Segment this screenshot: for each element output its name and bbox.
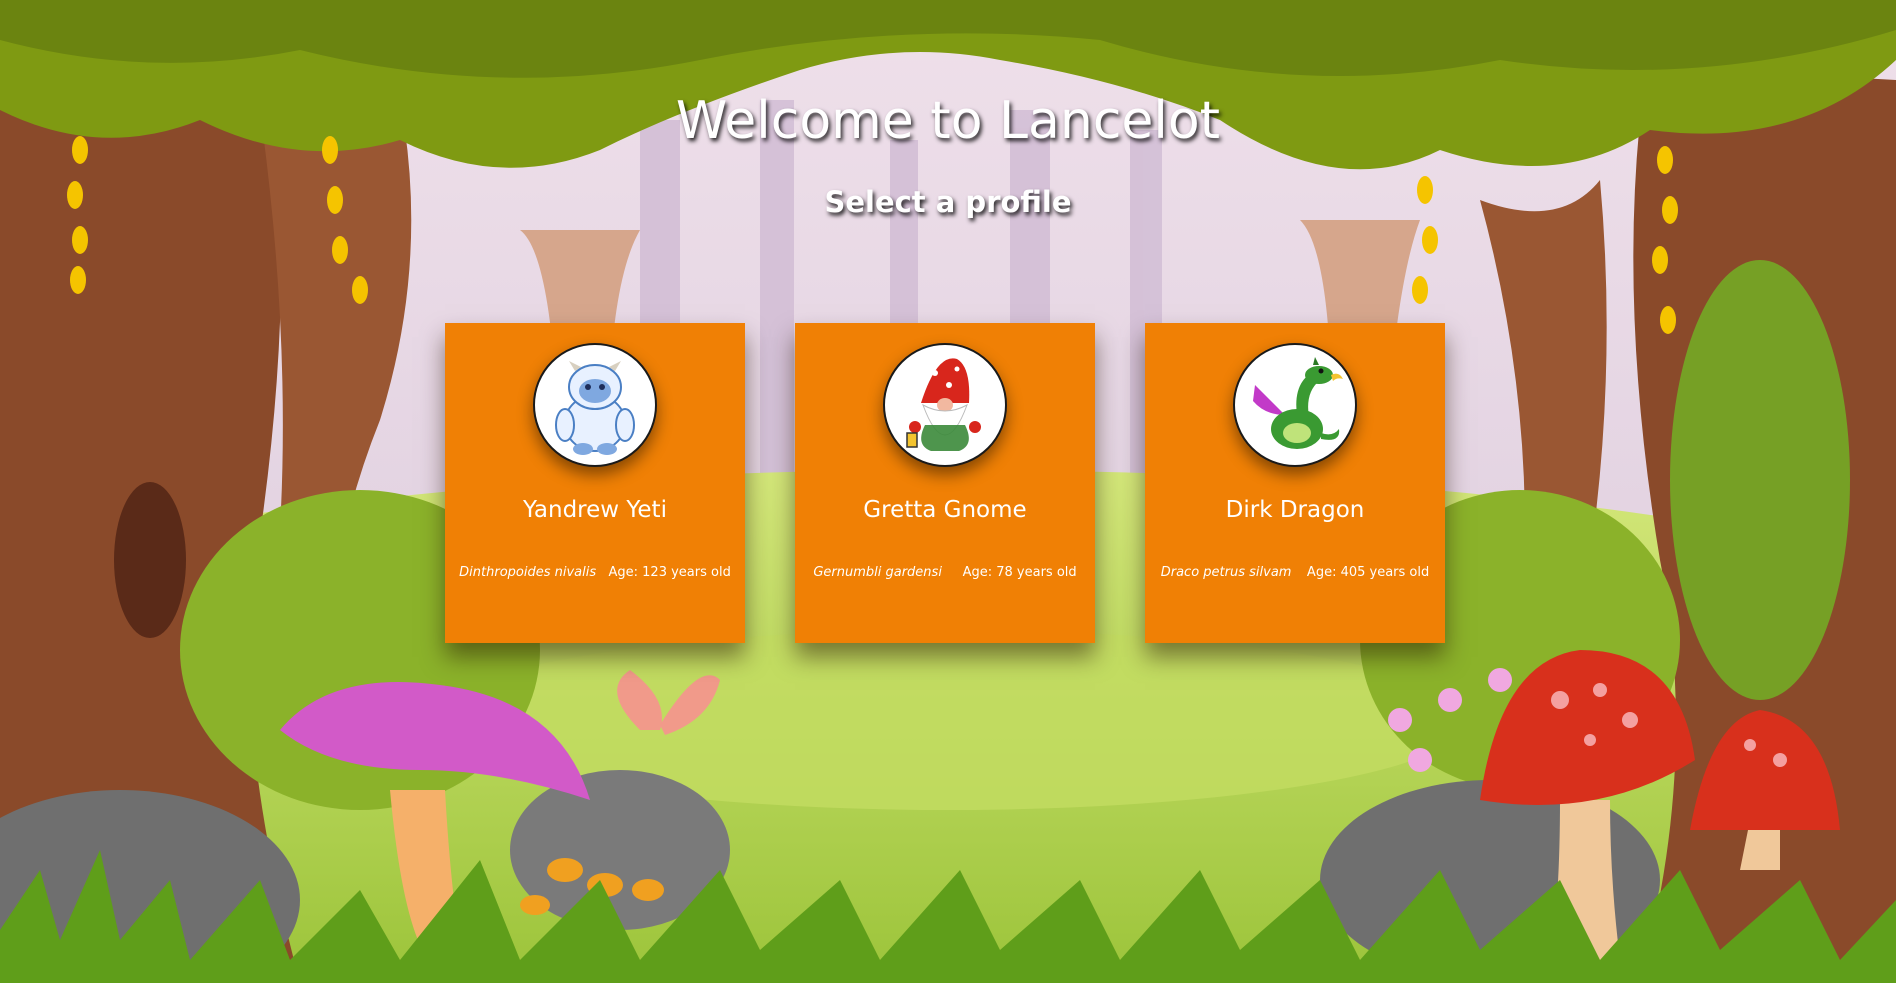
profile-card-dragon[interactable]: Dirk Dragon Draco petrus silvam Age: 405… xyxy=(1145,323,1445,643)
profile-meta: Gernumbli gardensi Age: 78 years old xyxy=(803,564,1087,582)
profile-species: Draco petrus silvam xyxy=(1160,565,1292,580)
profile-age: Age: 123 years old xyxy=(608,565,731,580)
profile-name: Dirk Dragon xyxy=(1225,497,1365,523)
profile-card-yeti[interactable]: Yandrew Yeti Dinthropoides nivalis Age: … xyxy=(445,323,745,643)
profile-species: Dinthropoides nivalis xyxy=(459,565,597,580)
profile-name: Gretta Gnome xyxy=(863,497,1027,523)
page-title: Welcome to Lancelot xyxy=(675,91,1221,151)
profile-card-list: Yandrew Yeti Dinthropoides nivalis Age: … xyxy=(445,323,1445,643)
page-subtitle: Select a profile xyxy=(824,185,1072,219)
profile-card-gnome[interactable]: Gretta Gnome Gernumbli gardensi Age: 78 … xyxy=(795,323,1095,643)
gnome-avatar-icon xyxy=(883,343,1007,467)
yeti-avatar-icon xyxy=(533,343,657,467)
profile-species: Gernumbli gardensi xyxy=(813,565,942,580)
profile-meta: Dinthropoides nivalis Age: 123 years old xyxy=(453,564,737,582)
profile-age: Age: 405 years old xyxy=(1306,565,1430,580)
profile-name: Yandrew Yeti xyxy=(523,497,667,523)
dragon-avatar-icon xyxy=(1233,343,1357,467)
profile-age: Age: 78 years old xyxy=(962,565,1077,580)
profile-meta: Draco petrus silvam Age: 405 years old xyxy=(1153,564,1437,582)
